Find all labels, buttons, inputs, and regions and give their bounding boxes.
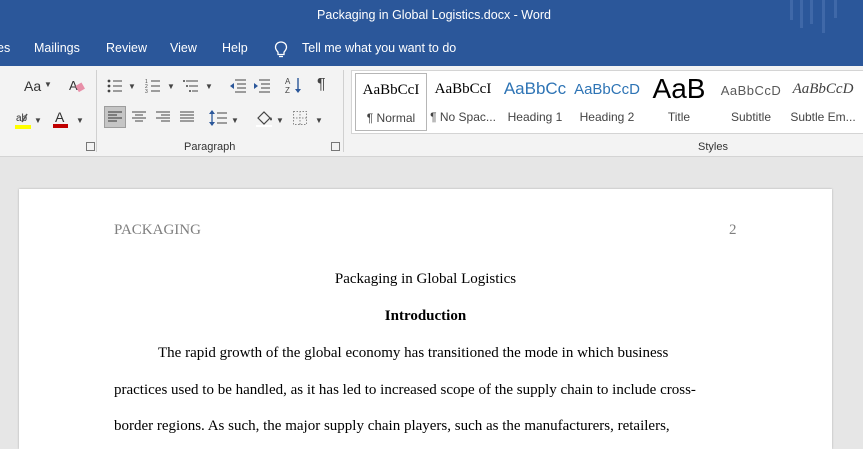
style-preview: AaB [652,73,706,104]
style-heading-1[interactable]: AaBbCc Heading 1 [499,73,571,131]
chevron-down-icon[interactable]: ▼ [231,116,239,125]
bullets-icon[interactable] [107,78,123,94]
document-title[interactable]: Packaging in Global Logistics [19,271,832,288]
svg-text:Z: Z [285,86,290,95]
style-name: Subtitle [730,110,772,124]
section-heading[interactable]: Introduction [19,308,832,325]
chevron-down-icon[interactable]: ▼ [76,116,84,125]
decrease-indent-icon[interactable] [229,78,247,94]
style-name: Title [667,110,691,124]
group-separator [343,70,344,152]
page-number[interactable]: 2 [729,222,737,239]
borders-icon[interactable] [293,111,307,125]
tab-view[interactable]: View [170,41,197,55]
style-no-spacing[interactable]: AaBbCcI ¶ No Spac... [427,73,499,131]
svg-text:A: A [285,77,291,86]
lightbulb-icon [274,41,288,58]
ribbon: Aa ▼ A ab ▼ A ▼ ▼ 1 2 3 ▼ ▼ A Z ¶ ▼ ▼ ▼ … [0,66,863,157]
chevron-down-icon[interactable]: ▼ [205,82,213,91]
style-name: ¶ No Spac... [430,110,496,124]
style-preview: AaBbCcI [434,81,492,97]
paragraph-line[interactable]: The rapid growth of the global economy h… [158,345,668,362]
title-bar-decoration [822,0,825,33]
title-bar: Packaging in Global Logistics.docx - Wor… [0,0,863,33]
style-name: Heading 1 [507,110,563,124]
page-header-text[interactable]: PACKAGING [114,222,201,239]
chevron-down-icon[interactable]: ▼ [276,116,284,125]
increase-indent-icon[interactable] [253,78,271,94]
paragraph-group-label: Paragraph [184,141,236,153]
chevron-down-icon[interactable]: ▼ [128,82,136,91]
style-heading-2[interactable]: AaBbCcD Heading 2 [571,73,643,131]
style-preview: AaBbCcD [792,81,854,97]
text-highlight-color-icon[interactable]: ab [14,110,34,130]
ribbon-tabs: es Mailings Review View Help Tell me wha… [0,33,863,66]
title-bar-decoration [834,0,837,18]
sort-icon[interactable]: A Z [285,76,303,96]
svg-text:3: 3 [145,89,148,94]
chevron-down-icon[interactable]: ▼ [167,82,175,91]
shading-icon[interactable] [255,109,273,127]
window-title: Packaging in Global Logistics.docx - Wor… [317,8,551,22]
title-bar-decoration [800,0,803,28]
align-right-icon[interactable] [156,111,170,123]
style-preview: AaBbCcD [574,81,640,98]
change-case-button[interactable]: Aa [24,78,41,94]
style-preview: AaBbCc [503,79,567,98]
styles-group-label: Styles [698,141,728,153]
style-name: Subtle Em... [790,110,856,124]
justify-icon[interactable] [180,111,194,123]
numbering-icon[interactable]: 1 2 3 [145,78,161,94]
tab-help[interactable]: Help [222,41,248,55]
paragraph-line[interactable]: border regions. As such, the major suppl… [114,418,670,435]
tab-review[interactable]: Review [106,41,147,55]
font-color-icon[interactable]: A [52,109,70,129]
multilevel-list-icon[interactable] [183,78,199,94]
paragraph-dialog-launcher[interactable] [331,142,340,151]
style-preview: AaBbCcI [362,82,420,98]
show-hide-marks-button[interactable]: ¶ [317,76,326,94]
styles-gallery: AaBbCcI ¶ Normal AaBbCcI ¶ No Spac... Aa… [351,70,863,134]
tab-design[interactable]: es [0,41,10,55]
tab-mailings[interactable]: Mailings [34,41,80,55]
tell-me-search[interactable]: Tell me what you want to do [302,41,456,55]
style-name: Heading 2 [579,110,635,124]
paragraph-line[interactable]: practices used to be handled, as it has … [114,382,696,399]
style-subtitle[interactable]: AaBbCcD Subtitle [715,73,787,131]
style-title[interactable]: AaB Title [643,73,715,131]
line-spacing-icon[interactable] [209,109,227,127]
title-bar-decoration [810,0,813,24]
style-name: ¶ Normal [366,111,416,125]
style-preview: AaBbCcD [720,83,782,98]
chevron-down-icon[interactable]: ▼ [44,80,52,89]
style-subtle-emphasis[interactable]: AaBbCcD Subtle Em... [787,73,859,131]
font-dialog-launcher[interactable] [86,142,95,151]
title-bar-decoration [790,0,793,20]
document-page[interactable]: PACKAGING 2 Packaging in Global Logistic… [19,189,832,449]
group-separator [96,70,97,152]
chevron-down-icon[interactable]: ▼ [315,116,323,125]
align-center-icon[interactable] [132,111,146,123]
align-left-icon [108,111,122,122]
clear-formatting-icon[interactable]: A [68,78,86,94]
svg-text:A: A [55,109,65,125]
style-normal[interactable]: AaBbCcI ¶ Normal [355,73,427,131]
chevron-down-icon[interactable]: ▼ [34,116,42,125]
